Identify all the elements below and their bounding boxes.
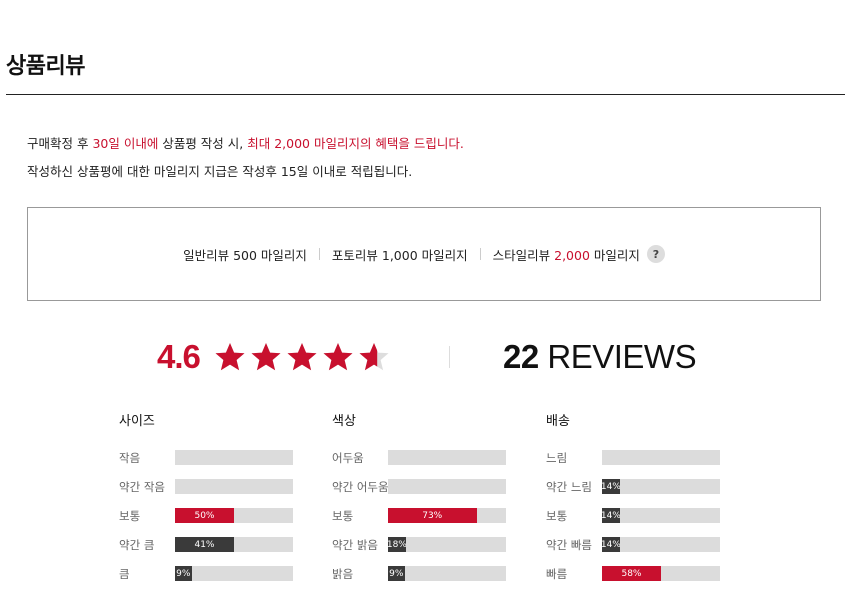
- attribute-bar-track: [602, 450, 720, 465]
- review-count: 22 REVIEWS: [503, 338, 697, 376]
- section-title: 상품리뷰: [6, 54, 85, 79]
- attribute-row-label: 보통: [546, 509, 568, 523]
- attribute-row: 느림: [546, 450, 746, 479]
- star-full-icon: [286, 341, 318, 373]
- notice-days: 30일 이내에: [92, 136, 159, 151]
- attribute-bar-track: 9%: [175, 566, 293, 581]
- average-rating: 4.6: [157, 338, 201, 375]
- attribute-bar-track: 14%: [602, 479, 720, 494]
- attribute-row-label: 보통: [119, 509, 141, 523]
- attribute-bar-fill: 14%: [602, 479, 620, 494]
- attribute-bar-fill: 9%: [175, 566, 192, 581]
- title-divider: [6, 94, 845, 95]
- attribute-row-label: 약간 큼: [119, 538, 155, 552]
- attribute-row-label: 작음: [119, 451, 141, 465]
- attribute-row: 약간 큼 41%: [119, 537, 319, 566]
- star-full-icon: [322, 341, 354, 373]
- attribute-row-label: 큼: [119, 567, 130, 581]
- notice-line-1: 구매확정 후 30일 이내에 상품평 작성 시, 최대 2,000 마일리지의 …: [27, 133, 464, 152]
- attribute-row: 보통 73%: [332, 508, 532, 537]
- notice-line-2: 작성하신 상품평에 대한 마일리지 지급은 작성후 15일 이내로 적립됩니다.: [27, 164, 413, 179]
- attribute-row-label: 약간 작음: [119, 480, 165, 494]
- rating-stars: [214, 341, 394, 373]
- attribute-title: 사이즈: [119, 414, 155, 429]
- review-count-label: REVIEWS: [547, 338, 697, 375]
- attribute-row-label: 약간 밝음: [332, 538, 378, 552]
- attribute-bar-track: 14%: [602, 508, 720, 523]
- attribute-row: 큼 9%: [119, 566, 319, 595]
- notice-text: 구매확정 후: [27, 136, 93, 151]
- attribute-row: 작음: [119, 450, 319, 479]
- mileage-style-unit: 마일리지: [589, 247, 640, 263]
- attribute-title: 색상: [332, 414, 356, 429]
- attribute-bar-fill: 9%: [388, 566, 405, 581]
- attribute-size: 사이즈 작음약간 작음보통 50% 약간 큼 41% 큼 9%: [119, 410, 319, 595]
- notice-benefit: 최대 2,000 마일리지의 혜택을 드립니다.: [247, 136, 464, 151]
- mileage-photo: 포토리뷰 1,000 마일리지: [331, 247, 468, 263]
- mileage-info-box: 일반리뷰 500 마일리지 포토리뷰 1,000 마일리지 스타일리뷰 2,00…: [27, 207, 821, 301]
- attribute-bar-fill: 14%: [602, 508, 620, 523]
- attribute-bar-track: 41%: [175, 537, 293, 552]
- attribute-bar-fill: 41%: [175, 537, 234, 552]
- attribute-bar-track: [388, 450, 506, 465]
- attribute-row: 어두움: [332, 450, 532, 479]
- attribute-row: 약간 어두움: [332, 479, 532, 508]
- mileage-separator: [479, 248, 481, 260]
- attribute-delivery: 배송 느림약간 느림 14% 보통 14% 약간 빠름 14% 빠름 58%: [546, 410, 746, 595]
- attribute-bar-fill: 18%: [388, 537, 406, 552]
- attribute-row: 밝음 9%: [332, 566, 532, 595]
- attribute-title: 배송: [546, 414, 570, 429]
- attribute-bar-track: 73%: [388, 508, 506, 523]
- attribute-row: 약간 느림 14%: [546, 479, 746, 508]
- attribute-row-label: 약간 느림: [546, 480, 592, 494]
- attribute-bar-fill: 14%: [602, 537, 620, 552]
- attribute-row-label: 보통: [332, 509, 354, 523]
- review-count-number: 22: [503, 338, 539, 375]
- mileage-style: 스타일리뷰 2,000 마일리지: [493, 245, 640, 264]
- attribute-bar-track: [388, 479, 506, 494]
- attribute-bar-track: 18%: [388, 537, 506, 552]
- star-full-icon: [214, 341, 246, 373]
- attribute-bar-fill: 50%: [175, 508, 234, 523]
- star-half-icon: [358, 341, 390, 373]
- attribute-bar-fill: 58%: [602, 566, 661, 581]
- mileage-separator: [318, 248, 320, 260]
- attribute-bar-track: 9%: [388, 566, 506, 581]
- attribute-bar-track: 50%: [175, 508, 293, 523]
- attribute-bar-track: [175, 479, 293, 494]
- attribute-row-label: 약간 어두움: [332, 480, 389, 494]
- attribute-bar-track: 14%: [602, 537, 720, 552]
- attribute-bar-track: [175, 450, 293, 465]
- star-full-icon: [250, 341, 282, 373]
- attribute-row: 약간 밝음 18%: [332, 537, 532, 566]
- attribute-row: 빠름 58%: [546, 566, 746, 595]
- attribute-row: 보통 50%: [119, 508, 319, 537]
- summary-divider: [449, 346, 450, 368]
- mileage-style-label: 스타일리뷰: [492, 247, 555, 263]
- attribute-row-label: 어두움: [332, 451, 364, 465]
- attribute-row-label: 느림: [546, 451, 568, 465]
- attribute-row: 약간 빠름 14%: [546, 537, 746, 566]
- mileage-general: 일반리뷰 500 마일리지: [183, 247, 307, 263]
- notice-text: 상품평 작성 시,: [158, 136, 248, 151]
- attribute-row: 보통 14%: [546, 508, 746, 537]
- mileage-style-amount: 2,000: [554, 247, 590, 263]
- attribute-bar-track: 58%: [602, 566, 720, 581]
- attribute-color: 색상 어두움약간 어두움보통 73% 약간 밝음 18% 밝음 9%: [332, 410, 532, 595]
- attribute-row-label: 빠름: [546, 567, 568, 581]
- help-icon[interactable]: ?: [646, 245, 665, 263]
- attribute-row-label: 밝음: [332, 567, 354, 581]
- attribute-row: 약간 작음: [119, 479, 319, 508]
- attribute-row-label: 약간 빠름: [546, 538, 592, 552]
- attribute-bar-fill: 73%: [388, 508, 477, 523]
